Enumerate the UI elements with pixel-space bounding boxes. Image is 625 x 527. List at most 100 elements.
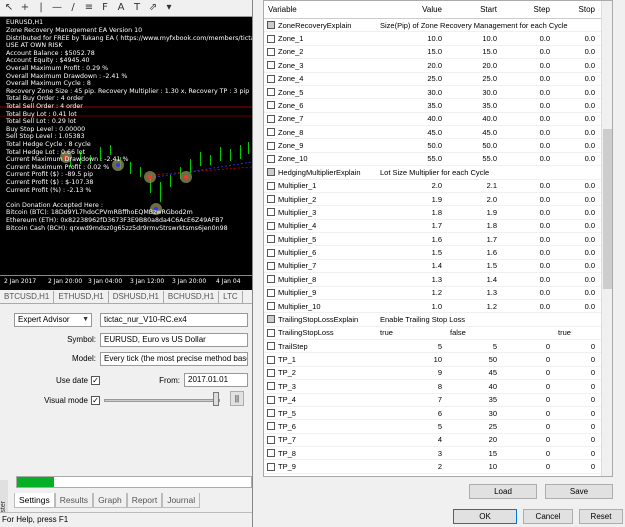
stop-cell[interactable]: 0.0 [554, 302, 599, 311]
optimize-checkbox[interactable] [267, 34, 275, 43]
optimize-checkbox[interactable] [267, 315, 275, 324]
step-cell[interactable]: 0.0 [501, 61, 554, 70]
optimize-checkbox[interactable] [267, 168, 275, 177]
value-cell[interactable]: 1.7 [376, 221, 446, 230]
speed-slider-track[interactable] [104, 399, 220, 402]
stop-cell[interactable]: 0.0 [554, 114, 599, 123]
stop-cell[interactable]: 0 [554, 475, 599, 476]
step-cell[interactable]: 0 [501, 342, 554, 351]
value-cell[interactable]: 45.0 [376, 128, 446, 137]
optimize-checkbox[interactable] [267, 475, 275, 476]
input-row[interactable]: ZoneRecoveryExplain Size(Pip) of Zone Rec… [264, 19, 612, 33]
value-cell[interactable]: 1.6 [376, 235, 446, 244]
input-row[interactable]: Multiplier_6 1.5 1.6 0.0 0.0 [264, 246, 612, 260]
start-cell[interactable]: 25.0 [446, 74, 501, 83]
start-cell[interactable]: 55.0 [446, 154, 501, 163]
optimize-checkbox[interactable] [267, 328, 275, 337]
input-row[interactable]: TP_1 10 50 0 0 [264, 353, 612, 367]
start-cell[interactable]: 1.2 [446, 302, 501, 311]
stop-cell[interactable]: 0 [554, 422, 599, 431]
step-cell[interactable]: 0 [501, 382, 554, 391]
input-row[interactable]: TP_9 2 10 0 0 [264, 460, 612, 474]
optimize-checkbox[interactable] [267, 395, 275, 404]
step-cell[interactable]: 0 [501, 462, 554, 471]
vertical-line-icon[interactable]: | [34, 1, 48, 15]
start-cell[interactable]: 1.7 [446, 235, 501, 244]
optimize-checkbox[interactable] [267, 302, 275, 311]
step-cell[interactable]: 0.0 [501, 181, 554, 190]
step-cell[interactable]: 0.0 [501, 221, 554, 230]
chart-tab[interactable]: LTC [219, 290, 243, 303]
value-cell[interactable]: 15.0 [376, 47, 446, 56]
from-date-input[interactable]: 2017.01.01 [184, 373, 248, 387]
optimize-checkbox[interactable] [267, 21, 275, 30]
optimize-checkbox[interactable] [267, 61, 275, 70]
step-cell[interactable]: 0.0 [501, 195, 554, 204]
stop-cell[interactable]: 0 [554, 355, 599, 364]
input-row[interactable]: Zone_1 10.0 10.0 0.0 0.0 [264, 32, 612, 46]
start-cell[interactable]: 15.0 [446, 47, 501, 56]
value-cell[interactable]: 2 [376, 462, 446, 471]
stop-cell[interactable]: 0.0 [554, 101, 599, 110]
start-cell[interactable]: 1.9 [446, 208, 501, 217]
start-cell[interactable]: 1.3 [446, 288, 501, 297]
input-row[interactable]: Zone_8 45.0 45.0 0.0 0.0 [264, 126, 612, 140]
start-cell[interactable]: 35 [446, 395, 501, 404]
optimize-checkbox[interactable] [267, 449, 275, 458]
tester-tab[interactable]: Settings [14, 493, 55, 508]
step-cell[interactable]: 0.0 [501, 114, 554, 123]
stop-cell[interactable]: 0 [554, 462, 599, 471]
start-cell[interactable]: 45.0 [446, 128, 501, 137]
value-cell[interactable]: 9 [376, 368, 446, 377]
value-cell[interactable]: 10 [376, 355, 446, 364]
input-row[interactable]: Multiplier_9 1.2 1.3 0.0 0.0 [264, 287, 612, 300]
stop-cell[interactable]: 0.0 [554, 61, 599, 70]
cancel-button[interactable]: Cancel [523, 509, 573, 524]
col-value[interactable]: Value [376, 1, 446, 18]
input-row[interactable]: Multiplier_8 1.3 1.4 0.0 0.0 [264, 273, 612, 287]
input-row[interactable]: Zone_10 55.0 55.0 0.0 0.0 [264, 153, 612, 167]
stop-cell[interactable]: 0.0 [554, 74, 599, 83]
col-start[interactable]: Start [446, 1, 501, 18]
stop-cell[interactable]: 0.0 [554, 288, 599, 297]
optimize-checkbox[interactable] [267, 208, 275, 217]
stop-cell[interactable]: 0 [554, 368, 599, 377]
input-row[interactable]: TP_101500 [264, 474, 612, 476]
chart-tab[interactable]: ETHUSD,H1 [54, 290, 109, 303]
stop-cell[interactable]: 0 [554, 435, 599, 444]
step-cell[interactable]: 0.0 [501, 275, 554, 284]
step-cell[interactable]: 0.0 [501, 128, 554, 137]
value-cell[interactable]: 1.8 [376, 208, 446, 217]
stop-cell[interactable]: 0 [554, 382, 599, 391]
start-cell[interactable]: 35.0 [446, 101, 501, 110]
grid-scrollbar[interactable] [601, 1, 612, 476]
optimize-checkbox[interactable] [267, 435, 275, 444]
input-row[interactable]: TP_2 9 45 0 0 [264, 367, 612, 381]
input-row[interactable]: Zone_2 15.0 15.0 0.0 0.0 [264, 46, 612, 60]
input-row[interactable]: Zone_3 20.0 20.0 0.0 0.0 [264, 59, 612, 73]
step-cell[interactable]: 0 [501, 368, 554, 377]
explain-value[interactable]: Lot Size Multiplier for each Cycle [376, 168, 606, 177]
trendline-icon[interactable]: / [66, 1, 80, 15]
input-row[interactable]: TP_4 7 35 0 0 [264, 394, 612, 407]
optimize-checkbox[interactable] [267, 409, 275, 418]
input-row[interactable]: TP_3 8 40 0 0 [264, 380, 612, 394]
value-cell[interactable]: 35.0 [376, 101, 446, 110]
input-row[interactable]: Multiplier_7 1.4 1.5 0.0 0.0 [264, 260, 612, 274]
input-row[interactable]: Zone_4 25.0 25.0 0.0 0.0 [264, 73, 612, 86]
step-cell[interactable]: 0.0 [501, 88, 554, 97]
optimize-checkbox[interactable] [267, 221, 275, 230]
input-row[interactable]: Zone_7 40.0 40.0 0.0 0.0 [264, 113, 612, 126]
start-cell[interactable]: 30 [446, 409, 501, 418]
step-cell[interactable]: 0 [501, 395, 554, 404]
grid-scroll-thumb[interactable] [603, 129, 612, 289]
optimize-checkbox[interactable] [267, 288, 275, 297]
step-cell[interactable]: 0.0 [501, 248, 554, 257]
stop-cell[interactable]: 0.0 [554, 181, 599, 190]
stop-cell[interactable]: 0 [554, 395, 599, 404]
optimize-checkbox[interactable] [267, 382, 275, 391]
stop-cell[interactable]: 0.0 [554, 261, 599, 270]
text-tool-icon[interactable]: A [114, 1, 128, 15]
chart-tab[interactable]: BTCUSD,H1 [0, 290, 55, 303]
stop-cell[interactable]: 0.0 [554, 221, 599, 230]
